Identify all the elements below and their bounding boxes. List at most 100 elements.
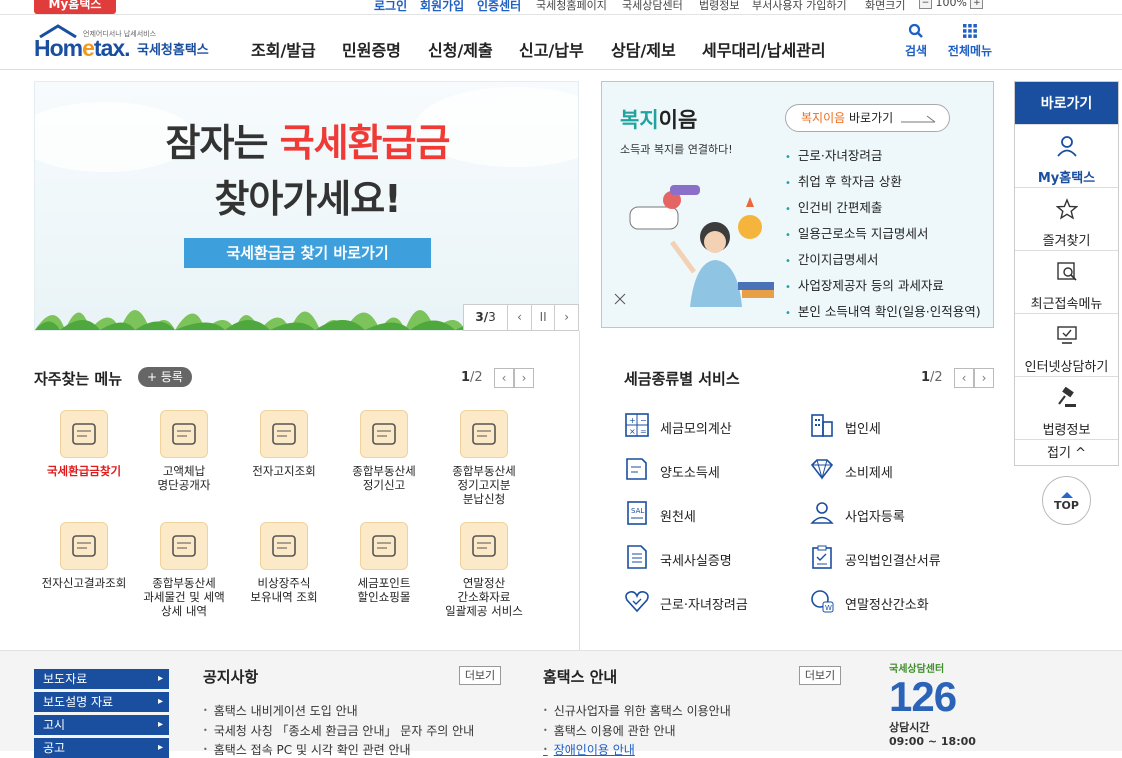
building-icon xyxy=(811,414,833,437)
favorite-item[interactable]: 국세환급금찾기 xyxy=(34,410,134,478)
welfare-item[interactable]: 간이지급명세서 xyxy=(785,248,981,274)
nts-home-link[interactable]: 국세청홈페이지 xyxy=(536,0,607,13)
favorite-item[interactable]: 종합부동산세 정기신고 xyxy=(334,410,434,492)
login-link[interactable]: 로그인 xyxy=(374,0,407,14)
quick-fold-button[interactable]: 접기 ^ xyxy=(1015,439,1118,467)
svg-text:−: − xyxy=(640,416,647,425)
scroll-top-button[interactable]: TOP xyxy=(1042,476,1091,525)
quick-my-hometax[interactable]: My홈택스 xyxy=(1015,124,1118,187)
tax-services-prev-button[interactable]: ‹ xyxy=(954,368,974,388)
welfare-item[interactable]: 사업장제공자 등의 과세자료 xyxy=(785,274,981,300)
refund-search-button[interactable]: 국세환급금 찾기 바로가기 xyxy=(184,238,431,268)
arrow-right-icon xyxy=(901,115,936,123)
favorites-next-button[interactable]: › xyxy=(514,368,534,388)
register-button[interactable]: + 등록 xyxy=(138,367,192,387)
search-label: 검색 xyxy=(904,44,928,58)
document-search-icon xyxy=(60,522,108,570)
favorite-item-label: 세금포인트 할인쇼핑몰 xyxy=(357,576,411,604)
logo-text-b: tax. xyxy=(93,35,131,61)
notice-item[interactable]: 홈택스 접속 PC 및 시각 확인 관련 안내 xyxy=(203,741,411,758)
tax-services-next-button[interactable]: › xyxy=(974,368,994,388)
banner-page-current: 3 xyxy=(475,310,484,324)
notice-title: 공지사항 xyxy=(203,668,259,686)
press-release-button[interactable]: 보도자료 xyxy=(34,669,169,689)
welfare-item[interactable]: 근로·자녀장려금 xyxy=(785,144,981,170)
banner-next-button[interactable]: › xyxy=(554,305,578,330)
nav-report-pay[interactable]: 신고/납부 xyxy=(519,37,584,61)
hometax-logo[interactable]: Hometax. xyxy=(34,35,131,62)
favorite-item-label: 종합부동산세 정기고지분 분납신청 xyxy=(452,464,516,506)
quick-favorites[interactable]: 즐겨찾기 xyxy=(1015,187,1118,250)
zoom-control: − 100% + xyxy=(919,0,984,9)
tax-business-reg[interactable]: 사업자등록 xyxy=(810,502,905,525)
welfare-subtitle: 소득과 복지를 연결하다! xyxy=(620,143,733,156)
money-hand-icon xyxy=(460,522,508,570)
join-link[interactable]: 회원가입 xyxy=(420,0,464,14)
call-center-number: 126 xyxy=(889,675,999,719)
tax-corporate-label: 법인세 xyxy=(845,422,881,437)
nav-tax-agent[interactable]: 세무대리/납세관리 xyxy=(702,37,826,61)
notice-gosi-button[interactable]: 고시 xyxy=(34,715,169,735)
favorite-item[interactable]: 종합부동산세 정기고지분 분납신청 xyxy=(434,410,534,506)
press-explain-button[interactable]: 보도설명 자료 xyxy=(34,692,169,712)
favorites-prev-button[interactable]: ‹ xyxy=(494,368,514,388)
favorite-item[interactable]: 전자신고결과조회 xyxy=(34,522,134,590)
zoom-out-button[interactable]: − xyxy=(919,0,932,9)
tax-withholding[interactable]: SAL 원천세 xyxy=(627,501,696,525)
banner-headline: 잠자는 국세환급금 xyxy=(35,112,578,167)
notice-item[interactable]: 국세청 사칭 「종소세 환급금 안내」 문자 주의 안내 xyxy=(203,722,474,739)
quick-recent[interactable]: 최근접속메뉴 xyxy=(1015,250,1118,313)
notice-item[interactable]: 홈택스 내비게이션 도입 안내 xyxy=(203,702,358,719)
my-hometax-tab[interactable]: My홈택스 xyxy=(34,0,116,14)
welfare-item[interactable]: 본인 소득내역 확인(일용·인적용역) xyxy=(785,300,981,326)
main-banner[interactable]: 잠자는 국세환급금 찾아가세요! 국세환급금 찾기 바로가기 xyxy=(34,81,579,331)
calendar-list-icon xyxy=(160,522,208,570)
guide-item[interactable]: 신규사업자를 위한 홈택스 이용안내 xyxy=(543,702,731,719)
welfare-item[interactable]: 취업 후 학자금 상환 xyxy=(785,170,981,196)
guide-item[interactable]: 홈택스 이용에 관한 안내 xyxy=(543,722,676,739)
favorite-item[interactable]: 비상장주식 보유내역 조회 xyxy=(234,522,334,604)
nts-call-link[interactable]: 국세상담센터 xyxy=(622,0,683,13)
tax-fact-cert[interactable]: 국세사실증명 xyxy=(627,545,732,569)
welfare-item[interactable]: 일용근로소득 지급명세서 xyxy=(785,222,981,248)
quick-online-consult[interactable]: 인터넷상담하기 xyxy=(1015,313,1118,376)
nav-consult[interactable]: 상담/제보 xyxy=(611,37,676,61)
public-notice-button[interactable]: 공고 xyxy=(34,738,169,758)
svg-text:×: × xyxy=(629,427,636,436)
tax-mock-calc[interactable]: + − × = 세금모의계산 xyxy=(625,413,732,437)
nav-apply[interactable]: 신청/제출 xyxy=(428,37,493,61)
nav-inquiry[interactable]: 조회/발급 xyxy=(251,37,316,61)
search-won-icon: W xyxy=(811,590,834,613)
favorite-item[interactable]: 종합부동산세 과세물건 및 세액 상세 내역 xyxy=(134,522,234,618)
guide-more-button[interactable]: 더보기 xyxy=(799,666,841,685)
tax-transfer-income[interactable]: 양도소득세 xyxy=(626,458,720,481)
welfare-title-a: 복지 xyxy=(620,108,659,132)
tax-public-corp[interactable]: 공익법인결산서류 xyxy=(812,545,941,569)
all-menu-button[interactable]: 전체메뉴 xyxy=(945,23,995,59)
call-center-box[interactable]: 국세상담센터 126 상담시간 09:00 ~ 18:00 xyxy=(889,660,999,751)
favorite-item[interactable]: 전자고지조회 xyxy=(234,410,334,478)
quick-law-info[interactable]: 법령정보 xyxy=(1015,376,1118,439)
law-info-link[interactable]: 법령정보 xyxy=(699,0,739,13)
nav-certificate[interactable]: 민원증명 xyxy=(342,37,401,61)
tax-consumption[interactable]: 소비제세 xyxy=(810,459,893,481)
notice-more-button[interactable]: 더보기 xyxy=(459,666,501,685)
zoom-value: 100% xyxy=(935,0,967,9)
favorite-item[interactable]: 고액체납 명단공개자 xyxy=(134,410,234,492)
tax-services-page-total: /2 xyxy=(930,370,943,385)
tax-corporate[interactable]: 법인세 xyxy=(811,414,881,437)
dept-join-link[interactable]: 부서사용자 가입하기 xyxy=(752,0,847,13)
tax-earned-credit[interactable]: 근로·자녀장려금 xyxy=(625,591,748,613)
guide-item[interactable]: 장애인이용 안내 xyxy=(543,741,635,758)
search-button[interactable]: 검색 xyxy=(903,23,929,59)
favorite-item[interactable]: 연말정산 간소화자료 일괄제공 서비스 xyxy=(434,522,534,618)
welfare-item[interactable]: 인건비 간편제출 xyxy=(785,196,981,222)
shopping-bag-icon xyxy=(360,522,408,570)
banner-prev-button[interactable]: ‹ xyxy=(507,305,531,330)
banner-pause-button[interactable]: II xyxy=(530,305,555,330)
favorite-item[interactable]: 세금포인트 할인쇼핑몰 xyxy=(334,522,434,604)
cert-center-link[interactable]: 인증센터 xyxy=(477,0,521,14)
tax-year-end[interactable]: W 연말정산간소화 xyxy=(811,590,929,613)
zoom-in-button[interactable]: + xyxy=(970,0,984,9)
welfare-go-button[interactable]: 복지이음 바로가기 xyxy=(785,104,950,132)
